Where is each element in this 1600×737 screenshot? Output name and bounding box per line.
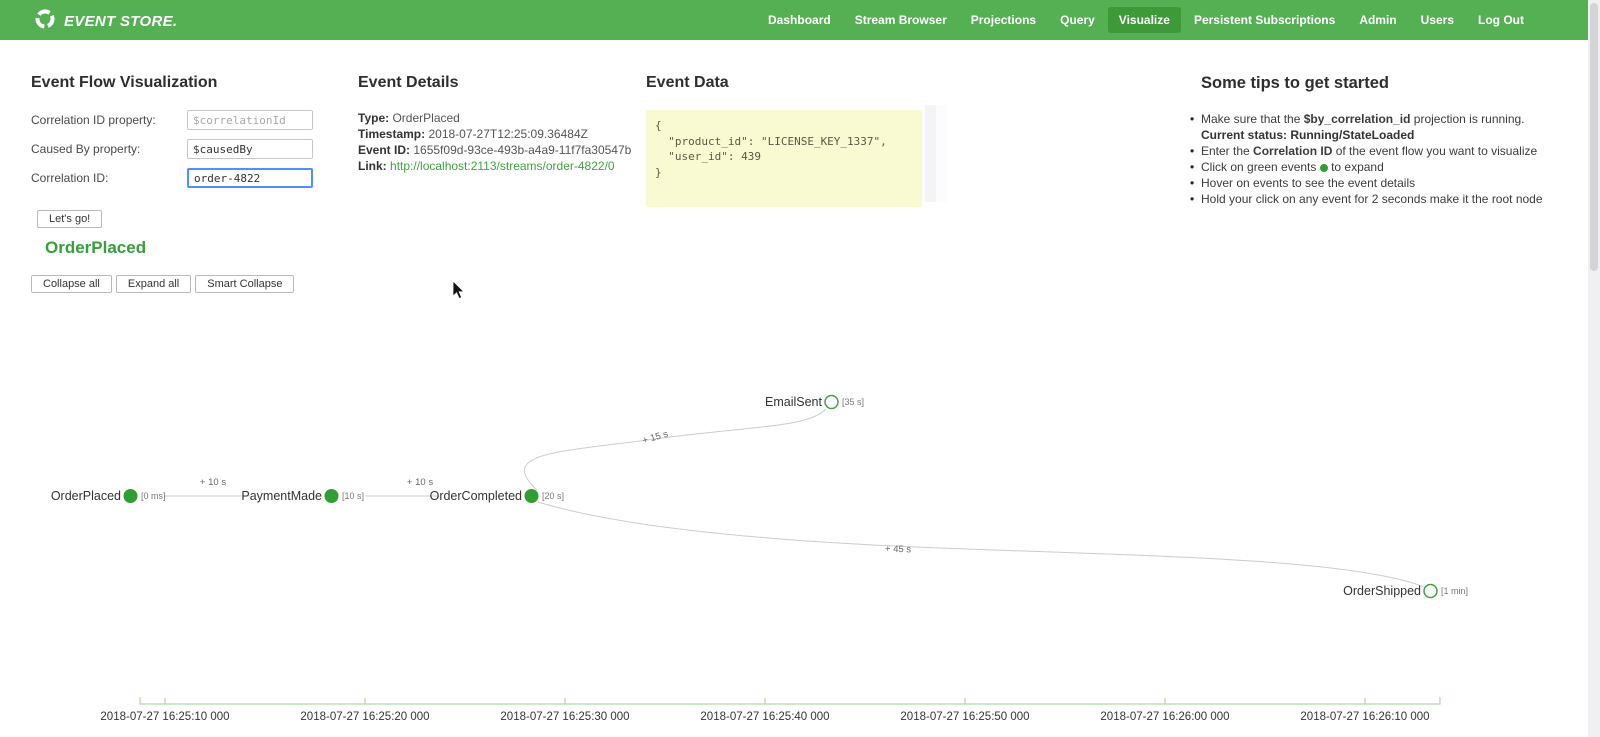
- node-paymentmade-time: [10 s]: [342, 491, 364, 501]
- edge-ordercompleted-emailsent: [523, 408, 827, 491]
- edge-label-10s-2: + 10 s: [407, 477, 433, 488]
- node-paymentmade[interactable]: PaymentMade [10 s]: [241, 489, 364, 503]
- timeline-tick-label: 2018-07-27 16:26:00 000: [1100, 711, 1229, 723]
- node-emailsent-time: [35 s]: [842, 397, 864, 407]
- node-ordershipped-time: [1 min]: [1441, 586, 1468, 596]
- node-ordershipped-label: OrderShipped: [1343, 584, 1421, 598]
- timeline-tick-label: 2018-07-27 16:26:10 000: [1300, 711, 1429, 723]
- edge-label-10s-1: + 10 s: [200, 477, 226, 488]
- timeline-tick-label: 2018-07-27 16:25:10 000: [100, 711, 229, 723]
- node-orderplaced[interactable]: OrderPlaced [0 ms]: [51, 489, 166, 503]
- edge-ordercompleted-ordershipped: [537, 501, 1425, 588]
- timeline-tick-label: 2018-07-27 16:25:30 000: [500, 711, 629, 723]
- edge-label-15s: + 15 s: [641, 429, 669, 447]
- node-paymentmade-dot-icon[interactable]: [324, 489, 339, 503]
- event-flow-graph: + 10 s + 10 s + 15 s + 45 s OrderPlaced …: [51, 394, 1468, 723]
- node-paymentmade-label: PaymentMade: [241, 489, 322, 503]
- node-emailsent-label: EmailSent: [765, 395, 822, 409]
- node-emailsent-circle-icon[interactable]: [824, 394, 839, 410]
- node-orderplaced-label: OrderPlaced: [51, 489, 121, 503]
- node-orderplaced-dot-icon[interactable]: [123, 489, 138, 503]
- timeline-tick-label: 2018-07-27 16:25:50 000: [900, 711, 1029, 723]
- node-ordershipped[interactable]: OrderShipped [1 min]: [1343, 583, 1468, 599]
- edge-label-45s: + 45 s: [885, 544, 912, 556]
- timeline-tick-label: 2018-07-27 16:25:40 000: [700, 711, 829, 723]
- node-emailsent[interactable]: EmailSent [35 s]: [765, 394, 864, 410]
- node-ordercompleted-label: OrderCompleted: [430, 489, 522, 503]
- node-orderplaced-time: [0 ms]: [141, 491, 166, 501]
- timeline-tick-label: 2018-07-27 16:25:20 000: [300, 711, 429, 723]
- mouse-cursor-icon: [452, 280, 466, 300]
- node-ordercompleted[interactable]: OrderCompleted [20 s]: [430, 489, 564, 503]
- timeline-axis: 2018-07-27 16:25:10 000 2018-07-27 16:25…: [100, 697, 1441, 723]
- node-ordercompleted-dot-icon[interactable]: [524, 489, 539, 503]
- node-ordercompleted-time: [20 s]: [542, 491, 564, 501]
- node-ordershipped-circle-icon[interactable]: [1423, 583, 1438, 599]
- page-scrollbar-thumb[interactable]: [1590, 3, 1598, 271]
